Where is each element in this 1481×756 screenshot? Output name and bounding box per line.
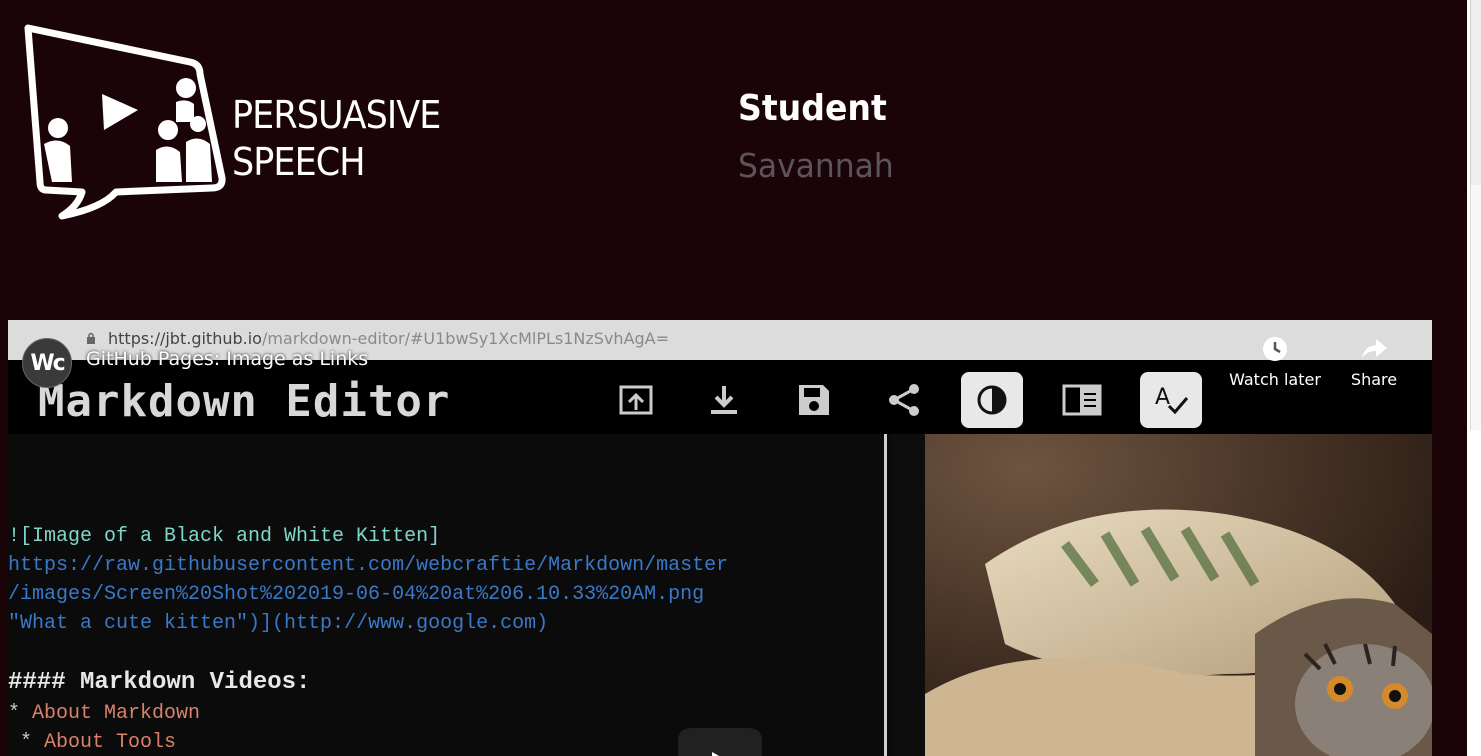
watch-later-label: Watch later xyxy=(1229,370,1321,389)
editor-title: Markdown Editor xyxy=(38,376,451,427)
course-title-line2: SPEECH xyxy=(232,140,366,184)
code-line-4: "What a cute kitten")](http://www.google… xyxy=(8,612,548,635)
student-name: Savannah xyxy=(738,146,894,185)
lock-icon xyxy=(87,332,95,344)
heading-text: Markdown Videos: xyxy=(65,669,311,696)
persuasive-speech-logo xyxy=(24,24,226,220)
contrast-icon xyxy=(961,372,1023,428)
code-item-2: * About Tools xyxy=(8,731,176,754)
item2-text: About Tools xyxy=(44,731,177,754)
item1-star: * xyxy=(8,702,33,725)
code-line-2: https://raw.githubusercontent.com/webcra… xyxy=(8,554,729,577)
item2-star: * xyxy=(8,731,45,754)
download-icon xyxy=(702,378,746,422)
video-title[interactable]: GitHub Pages: Image as Links xyxy=(86,348,368,370)
clock-icon xyxy=(1263,337,1287,361)
watch-later-button[interactable]: Watch later xyxy=(1225,336,1325,389)
url-path: /markdown-editor/#U1bwSy1XcMlPLs1NzSvhAg… xyxy=(261,329,670,348)
code-heading: #### Markdown Videos: xyxy=(8,669,310,696)
share-label: Share xyxy=(1350,370,1398,389)
course-title-line1: PERSUASIVE xyxy=(232,93,441,137)
channel-avatar[interactable]: Wc xyxy=(22,338,72,388)
url-text: https://jbt.github.io/markdown-editor/#U… xyxy=(108,329,669,348)
student-label: Student xyxy=(738,88,887,129)
share-button[interactable]: Share xyxy=(1324,336,1424,389)
item1-text: About Markdown xyxy=(32,702,201,725)
right-side-strip-lower xyxy=(1470,185,1481,430)
svg-text:A: A xyxy=(1155,385,1170,410)
code-line-1: ![Image of a Black and White Kitten] xyxy=(8,525,441,548)
play-button[interactable] xyxy=(678,728,762,756)
video-player[interactable]: https://jbt.github.io/markdown-editor/#U… xyxy=(8,320,1432,756)
code-item-1: * About Markdown xyxy=(8,702,200,725)
spellcheck-icon: A xyxy=(1140,372,1202,428)
course-title: PERSUASIVE SPEECH xyxy=(232,92,441,186)
share-nodes-icon xyxy=(882,378,926,422)
heading-hash: #### xyxy=(8,669,66,696)
play-icon xyxy=(712,752,720,756)
share-icon xyxy=(1362,339,1387,359)
save-icon xyxy=(792,378,836,422)
right-side-strip xyxy=(1470,0,1481,185)
code-line-4-title: "What a cute kitten") xyxy=(8,612,261,635)
open-icon xyxy=(614,378,658,422)
preview-toggle-icon xyxy=(1060,378,1104,422)
code-line-4-link: ](http://www.google.com) xyxy=(260,612,549,635)
kitten-preview-image xyxy=(925,434,1432,756)
code-line-3: /images/Screen%20Shot%202019-06-04%20at%… xyxy=(8,583,705,606)
pane-divider xyxy=(884,434,893,756)
url-domain: https://jbt.github.io xyxy=(108,329,262,348)
